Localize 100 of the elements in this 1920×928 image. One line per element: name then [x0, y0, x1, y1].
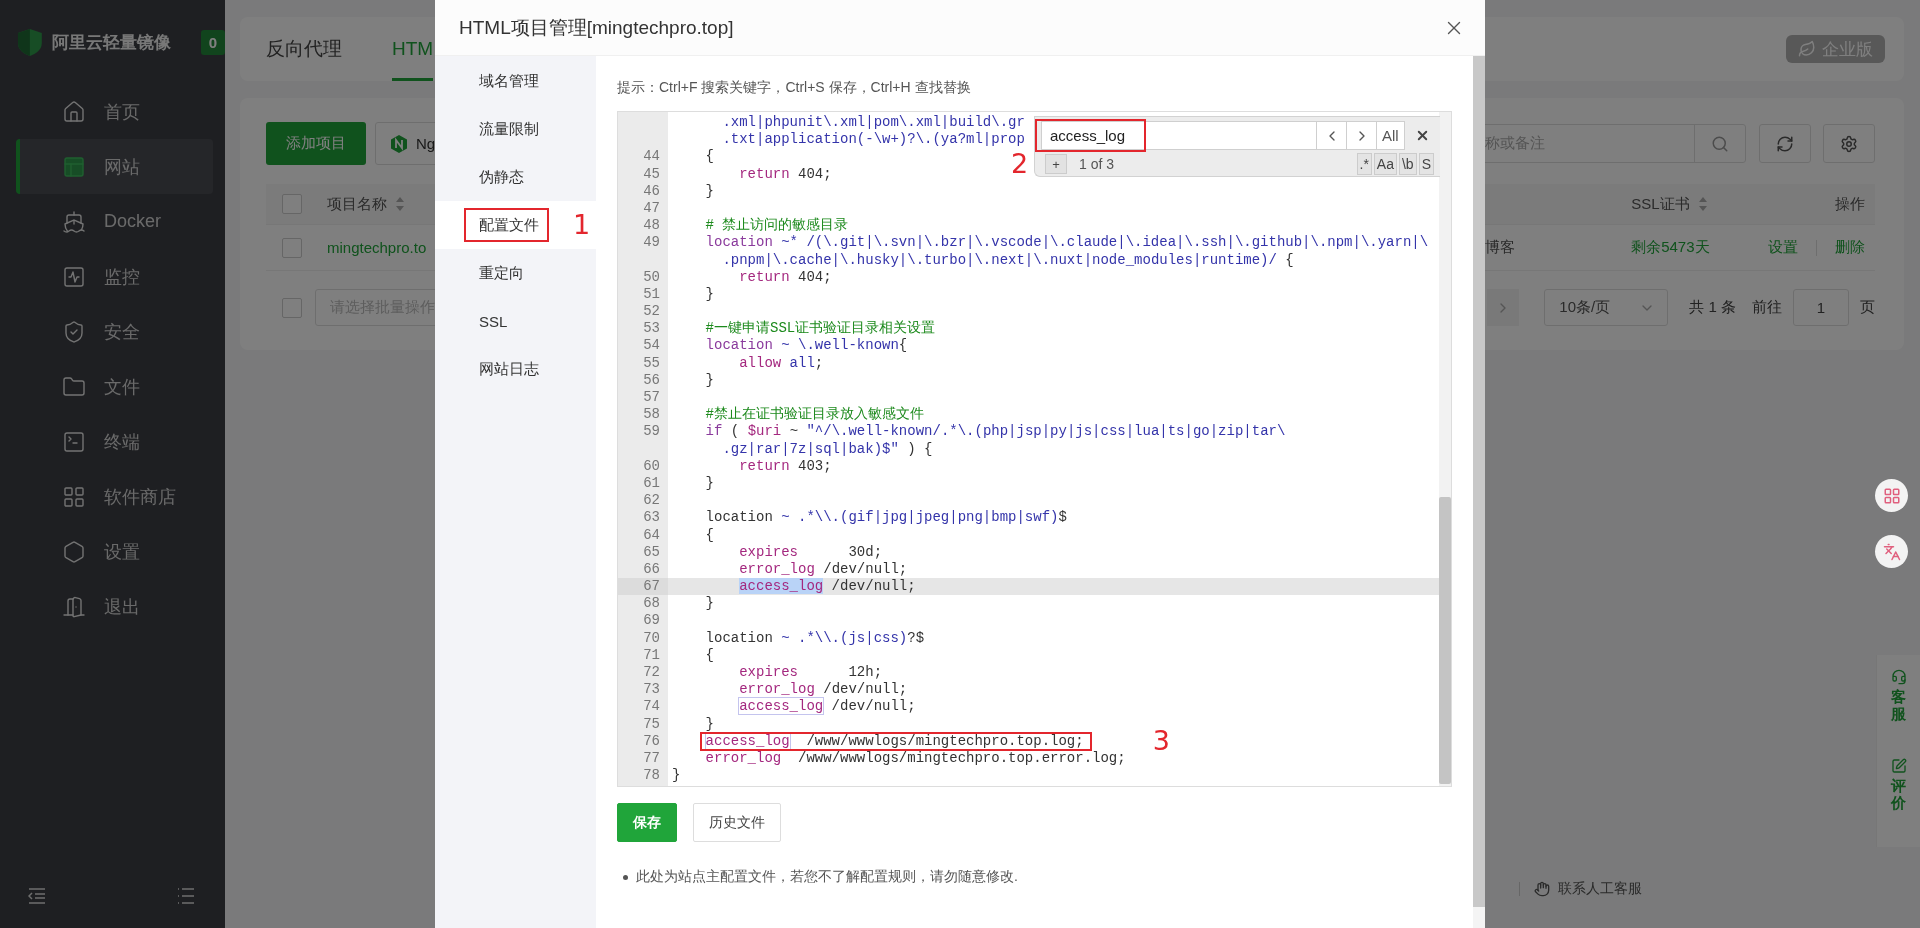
code-line: access_log /www/wwwlogs/mingtechpro.top.log; — [705, 732, 1084, 750]
line-number: 47 — [643, 199, 660, 216]
line-number: 53 — [643, 320, 660, 337]
code-line: return 403; — [739, 457, 832, 475]
sidebar-item[interactable]: 首页 — [16, 84, 213, 139]
code-editor[interactable] — [617, 111, 1452, 787]
code-line: location ~ .*\\.(gif|jpg|jpeg|png|bmp|swf)$ — [705, 509, 1067, 527]
checkbox[interactable] — [282, 194, 302, 214]
page-input[interactable]: 1 — [1793, 289, 1849, 326]
sidebar-item[interactable]: 终端 — [16, 414, 213, 469]
ship-icon — [62, 209, 86, 234]
search-icon[interactable] — [1711, 134, 1729, 153]
line-number: 65 — [643, 543, 660, 560]
note-text: 此处为站点主配置文件，若您不了解配置规则，请勿随意修改. — [636, 868, 1018, 886]
collapse-icon[interactable] — [28, 888, 46, 904]
settings-button[interactable] — [1823, 124, 1875, 163]
line-number: 51 — [643, 285, 660, 302]
table-cell[interactable]: mingtechpro.to — [327, 239, 427, 256]
scrollbar[interactable] — [1439, 497, 1451, 784]
sidebar-item[interactable]: 文件 — [16, 359, 213, 414]
code-line: access_log /dev/null; — [739, 698, 916, 716]
code-line: .gz|rar|7z|sql|bak)$" ) { — [722, 440, 933, 458]
line-number: 60 — [643, 457, 660, 474]
column-header: 项目名称 — [327, 194, 387, 214]
next-page-button[interactable] — [1487, 289, 1520, 326]
nav-item[interactable]: 域名管理 — [435, 57, 596, 105]
support-link[interactable]: 联系人工客服 — [1558, 880, 1642, 898]
code-line: } — [705, 371, 714, 389]
shield-logo-icon — [16, 27, 44, 57]
action-link[interactable]: 删除 — [1835, 238, 1865, 257]
grid-icon — [62, 484, 86, 509]
annotation-number: 1 — [573, 210, 591, 240]
float-button[interactable] — [1875, 479, 1908, 512]
line-number: 62 — [643, 492, 660, 509]
code-line: { — [705, 646, 714, 664]
sidebar-item[interactable]: 退出 — [16, 579, 213, 634]
goto-label: 前往 — [1752, 298, 1782, 317]
side-panel-label[interactable]: 评价 — [1891, 778, 1906, 811]
dialog-title: HTML项目管理[mingtechpro.top] — [459, 15, 734, 40]
add-project-button[interactable]: 添加项目 — [266, 122, 366, 165]
sort-icon[interactable] — [395, 196, 405, 212]
table-cell: 博客 — [1485, 238, 1515, 257]
page-size-select[interactable]: 10条/页 — [1544, 289, 1669, 326]
sidebar-item[interactable]: 监控 — [16, 249, 213, 304]
checkbox[interactable] — [282, 297, 302, 318]
checkbox[interactable] — [282, 237, 302, 258]
search-field[interactable]: access_log — [1041, 121, 1317, 150]
replace-toggle-button[interactable]: + — [1045, 154, 1067, 174]
line-number: 46 — [643, 182, 660, 199]
annotation-number: 3 — [1152, 725, 1170, 756]
sidebar-item[interactable]: Docker — [16, 194, 213, 249]
code-line: .txt|application(-\w+)?\.(ya?ml|prop — [722, 131, 1025, 149]
page-label: 页 — [1860, 298, 1875, 317]
option-toggle[interactable]: S — [1418, 153, 1434, 175]
line-number: 45 — [643, 165, 660, 182]
option-toggle[interactable]: Aa — [1373, 153, 1397, 175]
next-button[interactable] — [1347, 121, 1377, 150]
line-number: 74 — [643, 698, 660, 715]
translate-icon — [1882, 542, 1901, 561]
line-number: 70 — [643, 629, 660, 646]
code-line: location ~* /(\.git|\.svn|\.bzr|\.vscode|\.claude|\.idea|\.ssh|\.github|\.npm|\.yarn|\ — [705, 234, 1429, 252]
line-number: 56 — [643, 371, 660, 388]
nav-item[interactable]: 配置文件 1 — [435, 201, 596, 249]
scrollbar[interactable] — [1473, 56, 1485, 907]
previous-button[interactable] — [1317, 121, 1347, 150]
option-toggle[interactable]: .* — [1356, 153, 1372, 175]
annotation-number: 2 — [1011, 149, 1029, 179]
line-number: 69 — [643, 612, 660, 629]
code-line: } — [705, 715, 714, 733]
sidebar-item[interactable]: 设置 — [16, 524, 213, 579]
line-number: 50 — [643, 268, 660, 285]
pen-icon[interactable] — [1890, 758, 1907, 774]
table-cell: 剩余5473天 — [1631, 238, 1710, 257]
code-line: location ~ \.well-known{ — [705, 337, 908, 355]
code-line: location ~ .*\\.(js|css)?$ — [705, 629, 925, 647]
sidebar-item[interactable]: 网站 — [16, 139, 213, 194]
select-all-button[interactable]: All — [1377, 121, 1405, 150]
line-number: 58 — [643, 406, 660, 423]
menu-icon[interactable] — [177, 888, 195, 904]
grid-icon — [1882, 486, 1901, 505]
sort-icon[interactable] — [1697, 196, 1708, 212]
code-line: return 404; — [739, 268, 832, 286]
option-toggle[interactable]: \b — [1398, 153, 1417, 175]
sidebar-item[interactable]: 安全 — [16, 304, 213, 359]
code-line: access_log /dev/null; — [739, 578, 916, 596]
count-badge: 0 — [200, 29, 225, 55]
nav-item[interactable]: 网站日志 — [435, 345, 596, 393]
headset-icon[interactable] — [1890, 669, 1907, 685]
sidebar-item[interactable]: 软件商店 — [16, 469, 213, 524]
code-line: } — [705, 182, 714, 200]
app-name: 阿里云轻量镜像 — [51, 31, 172, 54]
save-button[interactable]: 保存 — [617, 803, 677, 842]
tab[interactable]: 反向代理 — [266, 17, 342, 81]
refresh-button[interactable] — [1759, 124, 1811, 163]
side-panel-label[interactable]: 客服 — [1891, 689, 1906, 722]
float-button[interactable] — [1875, 535, 1908, 568]
action-link[interactable]: 设置 — [1768, 238, 1798, 257]
column-header: SSL证书 — [1631, 194, 1690, 214]
history-button[interactable]: 历史文件 — [693, 803, 781, 842]
code-line: { — [705, 148, 714, 166]
